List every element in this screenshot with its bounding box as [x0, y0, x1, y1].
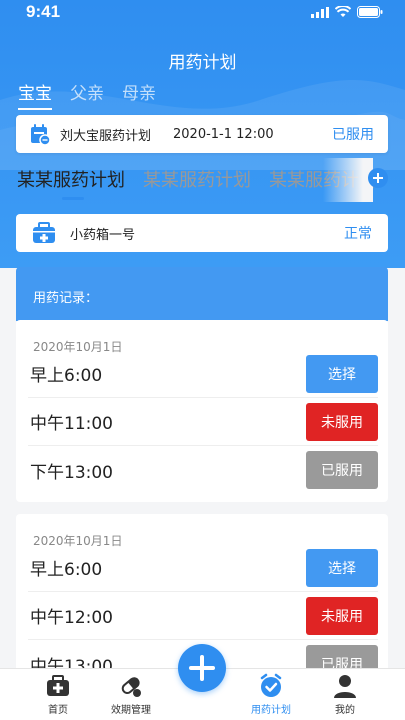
pill-icon: [121, 677, 141, 697]
dose-time: 中午12:00: [30, 608, 113, 628]
dose-time: 早上6:00: [30, 366, 103, 386]
plan-tabs-fade: [323, 158, 373, 202]
tab-expiry[interactable]: 效期管理: [91, 673, 171, 716]
dose-row: 早上6:00 选择: [28, 350, 378, 398]
calendar-pill-icon: [31, 124, 50, 145]
status-time: 9:41: [26, 2, 61, 21]
status-bar: 9:41: [0, 0, 405, 24]
add-center-button[interactable]: [178, 644, 226, 692]
medkit-icon: [47, 675, 69, 696]
medicine-box-label: 小药箱一号: [70, 227, 136, 243]
tab-profile[interactable]: 我的: [305, 673, 385, 716]
dose-row: 中午12:00 未服用: [28, 592, 378, 640]
check-clock-icon: [260, 673, 282, 697]
status-icons: [311, 6, 383, 18]
medicine-box-card[interactable]: 小药箱一号 正常: [16, 214, 388, 252]
plan-tab-1[interactable]: 某某服药计划: [17, 166, 125, 200]
plan-tabs-container: 某某服药计划 某某服药计划 某某服药计划: [0, 158, 405, 202]
add-plan-button[interactable]: [368, 168, 388, 188]
user-icon: [334, 675, 356, 698]
tab-mother[interactable]: 母亲: [122, 79, 156, 110]
dose-time: 中午11:00: [30, 414, 113, 434]
wifi-icon: [335, 6, 351, 17]
tab-baby[interactable]: 宝宝: [18, 79, 52, 110]
medicine-box-status: 正常: [344, 226, 372, 242]
dose-row: 中午11:00 未服用: [28, 398, 378, 446]
taken-button[interactable]: 已服用: [306, 451, 378, 489]
tab-home-label: 首页: [48, 705, 68, 716]
not-taken-button[interactable]: 未服用: [306, 402, 378, 441]
dose-time: 下午13:00: [30, 462, 113, 483]
tab-profile-label: 我的: [335, 705, 355, 716]
plan-name: 刘大宝服药计划: [60, 128, 152, 144]
battery-icon: [357, 6, 383, 18]
dose-time: 早上6:00: [30, 560, 103, 580]
tab-medication-plan[interactable]: 用药计划: [231, 673, 311, 716]
person-tabs: 宝宝 父亲 母亲: [18, 79, 156, 110]
tab-father[interactable]: 父亲: [70, 79, 104, 110]
day-record-card: 2020年10月1日 早上6:00 选择 中午11:00 未服用 下午13:00…: [16, 320, 388, 502]
not-taken-button[interactable]: 未服用: [306, 596, 378, 635]
dose-row: 早上6:00 选择: [28, 544, 378, 592]
current-plan-card[interactable]: 刘大宝服药计划 2020-1-1 12:00 已服用: [16, 115, 388, 153]
records-header: 用药记录：: [16, 267, 388, 321]
plan-tab-2[interactable]: 某某服药计划: [143, 166, 251, 200]
medicine-box-icon: [33, 222, 55, 243]
dose-row: 下午13:00 已服用: [28, 446, 378, 494]
plan-datetime: 2020-1-1 12:00: [173, 126, 274, 142]
select-button[interactable]: 选择: [306, 354, 378, 393]
tab-home[interactable]: 首页: [18, 673, 98, 716]
records-title: 用药记录：: [33, 291, 99, 306]
plan-status: 已服用: [332, 127, 374, 143]
tab-medication-plan-label: 用药计划: [251, 705, 291, 716]
page-title: 用药计划: [168, 53, 237, 73]
tab-expiry-label: 效期管理: [111, 705, 151, 716]
select-button[interactable]: 选择: [306, 548, 378, 587]
signal-icon: [311, 6, 329, 18]
